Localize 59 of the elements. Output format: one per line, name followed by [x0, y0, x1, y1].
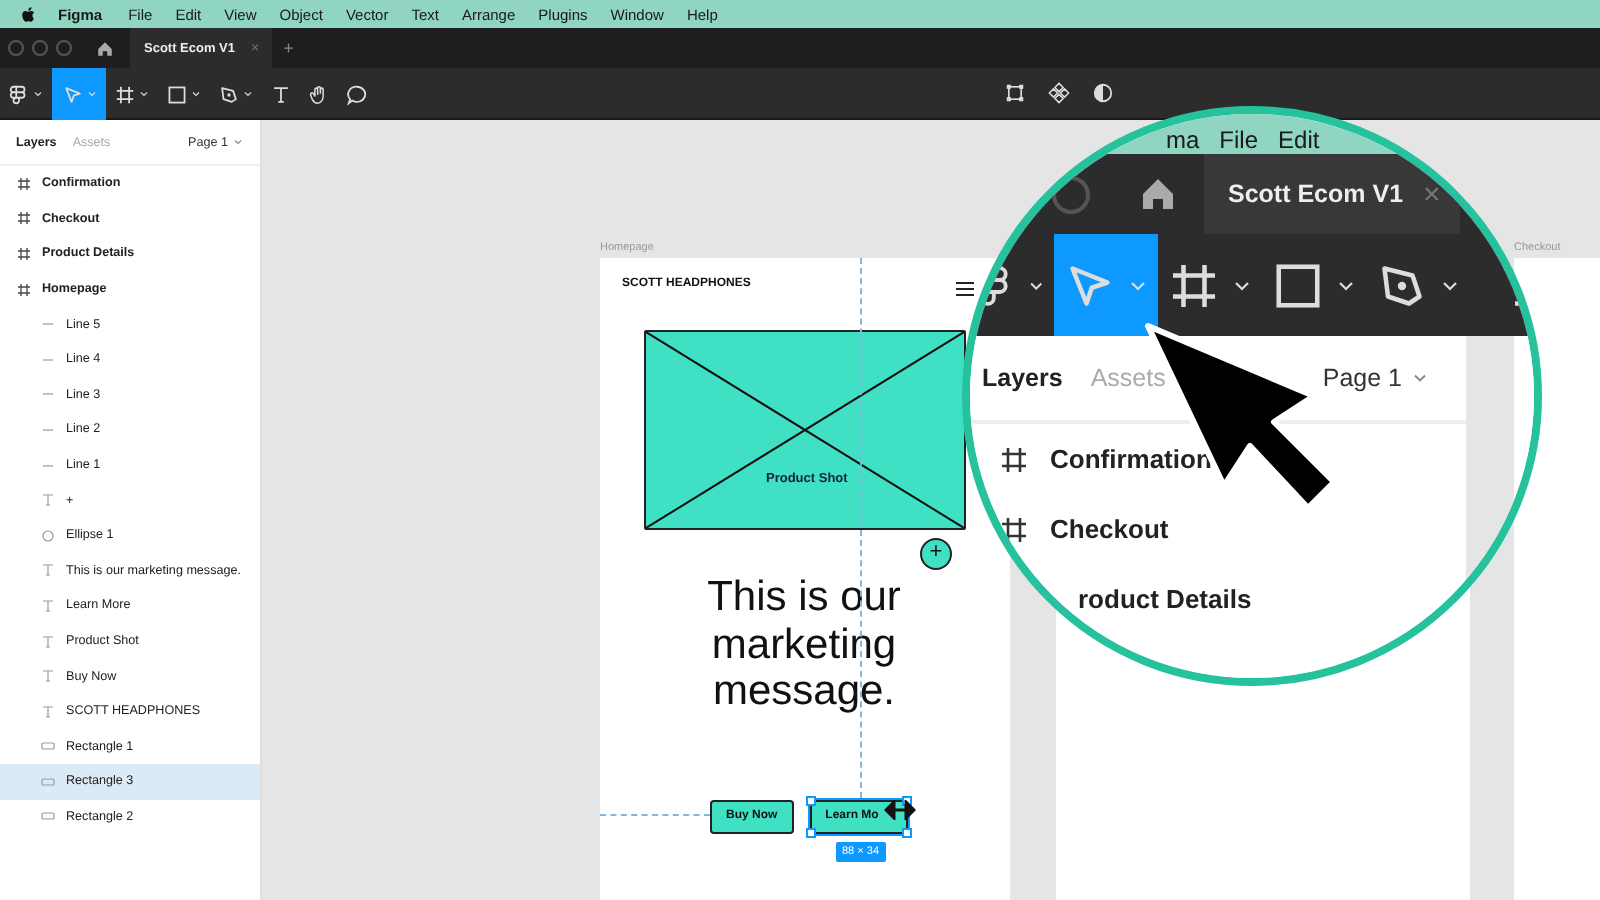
text-icon	[40, 492, 56, 509]
add-button[interactable]: +	[920, 538, 952, 570]
diamond-icon	[1048, 82, 1070, 104]
chevron-icon	[242, 88, 254, 100]
circle-icon	[40, 527, 56, 544]
chevron-icon	[138, 88, 150, 100]
layer-name[interactable]: Checkout	[1050, 514, 1169, 544]
hash-icon	[998, 443, 1030, 475]
tool-button[interactable]	[1004, 82, 1026, 104]
resize-handle[interactable]	[901, 827, 912, 837]
hash-icon	[998, 513, 1030, 545]
resize-cursor-icon	[884, 800, 916, 820]
hash-icon	[16, 245, 32, 262]
pen-icon	[218, 83, 240, 105]
rectangle-icon	[40, 738, 56, 755]
guide-line	[600, 814, 710, 816]
hash-icon	[114, 83, 136, 105]
layer-name[interactable]: roduct Details	[1078, 584, 1252, 614]
frame-corners-icon	[1004, 82, 1026, 104]
rectangle-icon	[40, 773, 56, 790]
apple-logo-icon[interactable]	[20, 5, 38, 23]
home-icon[interactable]	[96, 39, 114, 57]
contrast-icon	[1092, 82, 1114, 104]
resize-handle[interactable]	[805, 827, 816, 837]
pointer-icon	[61, 83, 83, 105]
text-icon	[40, 703, 56, 720]
text-icon	[40, 562, 56, 579]
chevron-icon	[190, 88, 202, 100]
layer-name[interactable]: Confirmation	[1050, 444, 1212, 474]
headline: This is our marketing message.	[705, 574, 903, 715]
resize-handle[interactable]	[805, 795, 816, 805]
tool-button[interactable]	[1092, 82, 1114, 104]
menu-item[interactable]: Edit	[1278, 126, 1320, 154]
document-tab[interactable]: Scott Ecom V1 ×	[1204, 154, 1461, 234]
text-icon	[40, 668, 56, 685]
new-tab-button[interactable]: +	[283, 38, 294, 58]
text-icon	[40, 597, 56, 614]
panel-tab[interactable]: Layers	[982, 364, 1063, 392]
hand-icon	[308, 83, 330, 105]
home-icon[interactable]	[1138, 174, 1178, 214]
page-selector[interactable]: Page 1	[1322, 364, 1430, 392]
menu-item[interactable]: File	[1219, 126, 1259, 154]
window-control-icon[interactable]	[1052, 175, 1090, 213]
tab-title: Scott Ecom V1	[1228, 180, 1404, 208]
hash-icon	[16, 210, 32, 227]
menu-icon	[956, 282, 974, 296]
chevron-icon	[85, 88, 97, 100]
hash-icon	[16, 175, 32, 192]
text-tool-icon	[270, 83, 292, 105]
square-icon	[166, 83, 188, 105]
chevron-icon	[232, 136, 244, 148]
hash-icon	[16, 281, 32, 298]
speech-bubble-icon	[346, 83, 368, 105]
menu-item[interactable]: ma	[1166, 126, 1200, 154]
text-icon	[40, 633, 56, 650]
rectangle-icon	[40, 808, 56, 825]
tool-button[interactable]	[1048, 82, 1070, 104]
logo-icon	[8, 83, 30, 105]
chevron-icon	[32, 88, 44, 100]
